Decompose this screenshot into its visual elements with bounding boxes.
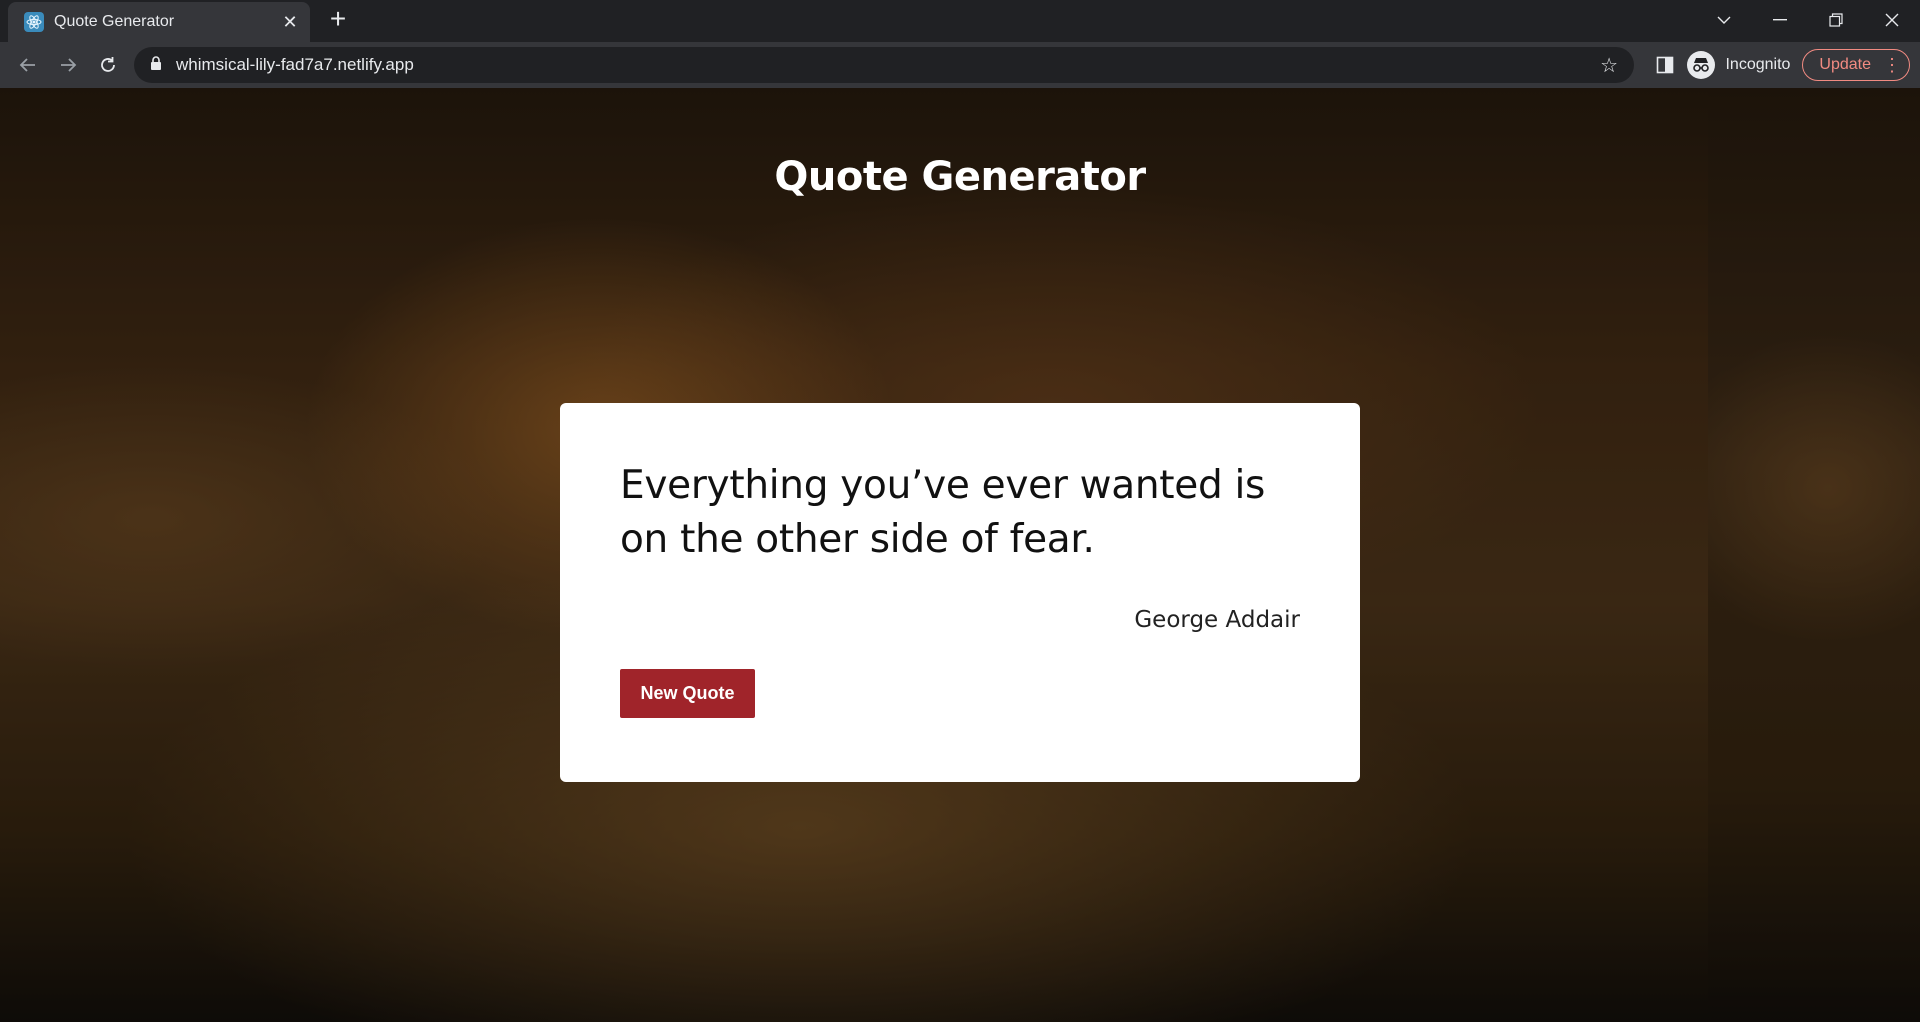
page-viewport: Quote Generator Everything you’ve ever w… <box>0 88 1920 1022</box>
url-text: whimsical-lily-fad7a7.netlify.app <box>176 55 414 74</box>
page-title: Quote Generator <box>774 154 1146 200</box>
quote-author: George Addair <box>1134 607 1300 633</box>
minimize-icon[interactable] <box>1752 0 1808 40</box>
toolbar-right: Incognito Update ⋮ <box>1647 47 1910 83</box>
react-icon <box>24 12 44 32</box>
back-icon[interactable] <box>8 47 48 83</box>
address-bar[interactable]: whimsical-lily-fad7a7.netlify.app ☆ <box>134 47 1634 83</box>
tab-search-icon[interactable] <box>1696 0 1752 40</box>
close-window-icon[interactable] <box>1864 0 1920 40</box>
reload-icon[interactable] <box>88 47 128 83</box>
restore-icon[interactable] <box>1808 0 1864 40</box>
update-button[interactable]: Update ⋮ <box>1802 49 1910 81</box>
new-quote-button[interactable]: New Quote <box>620 669 755 718</box>
incognito-icon <box>1687 51 1716 79</box>
window-controls <box>1696 0 1920 40</box>
quote-card: Everything you’ve ever wanted is on the … <box>560 403 1360 782</box>
side-panel-icon[interactable] <box>1647 47 1683 83</box>
quote-text: Everything you’ve ever wanted is on the … <box>620 463 1266 562</box>
tab-strip: Quote Generator ✕ + <box>0 0 1920 42</box>
browser-toolbar: whimsical-lily-fad7a7.netlify.app ☆ Inco… <box>0 42 1920 88</box>
tab-close-icon[interactable]: ✕ <box>280 12 300 33</box>
more-menu-icon[interactable]: ⋮ <box>1883 56 1901 74</box>
lock-icon <box>150 55 162 75</box>
browser-tab[interactable]: Quote Generator ✕ <box>8 2 310 42</box>
bookmark-star-icon[interactable]: ☆ <box>1600 53 1618 78</box>
tab-title: Quote Generator <box>54 13 175 30</box>
incognito-label: Incognito <box>1725 56 1791 73</box>
new-tab-button[interactable]: + <box>324 5 352 34</box>
forward-icon[interactable] <box>48 47 88 83</box>
update-label: Update <box>1819 56 1871 73</box>
incognito-indicator[interactable]: Incognito <box>1687 51 1790 79</box>
